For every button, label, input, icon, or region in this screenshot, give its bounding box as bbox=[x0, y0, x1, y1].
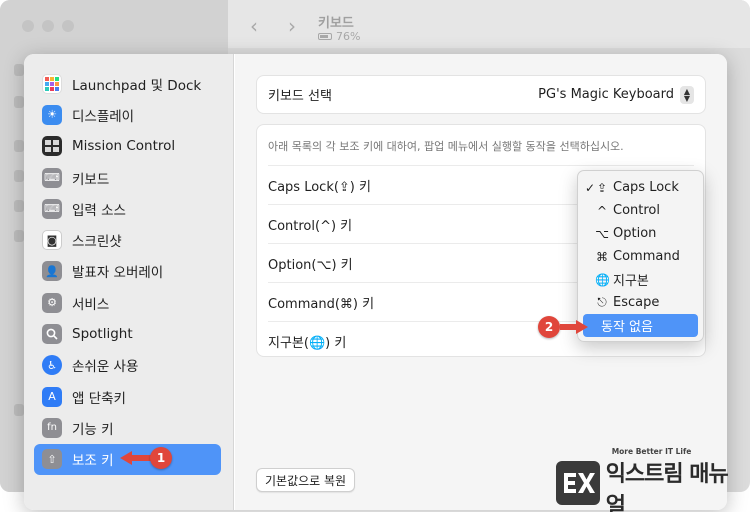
background-item-icon bbox=[14, 170, 24, 182]
keyboard-select-value: PG's Magic Keyboard bbox=[538, 87, 674, 102]
modifier-action-menu: ✓ ⇪ Caps Lock ^ Control ⌥ Option ⌘ Comma… bbox=[577, 170, 704, 342]
menu-item-escape[interactable]: ⎋ Escape bbox=[583, 291, 698, 314]
menu-item-command[interactable]: ⌘ Command bbox=[583, 245, 698, 268]
watermark-text: More Better IT Life 익스트림 매뉴얼 bbox=[606, 447, 746, 512]
command-icon: ⌘ bbox=[596, 249, 608, 264]
background-item-icon bbox=[14, 96, 24, 108]
app-shortcuts-icon: A bbox=[42, 386, 62, 407]
watermark-name: 익스트림 매뉴얼 bbox=[605, 461, 729, 512]
sidebar-item-label: Spotlight bbox=[72, 326, 133, 343]
battery-percent: 76% bbox=[336, 30, 361, 43]
keyboard-icon: ⌨ bbox=[42, 167, 62, 188]
modifier-label: Option(⌥) 키 bbox=[268, 257, 353, 273]
sidebar-item-label: 디스플레이 bbox=[72, 108, 135, 125]
chevron-updown-icon: ▲ ▼ bbox=[680, 85, 694, 104]
menu-item-label: 지구본 bbox=[613, 274, 649, 289]
menu-item-label: Escape bbox=[613, 295, 660, 310]
background-item-icon bbox=[14, 140, 24, 152]
display-icon: ☀ bbox=[42, 104, 62, 125]
keyboard-select-group: 키보드 선택 PG's Magic Keyboard ▲ ▼ bbox=[256, 75, 706, 114]
menu-item-globe[interactable]: 🌐 지구본 bbox=[583, 268, 698, 291]
annotation-badge-2: 2 bbox=[538, 316, 560, 338]
back-icon[interactable]: ‹ bbox=[250, 14, 258, 38]
minimize-window-button[interactable] bbox=[42, 20, 54, 32]
escape-icon: ⎋ bbox=[597, 295, 607, 309]
forward-icon[interactable]: › bbox=[288, 14, 296, 38]
sidebar-item-label: 서비스 bbox=[72, 296, 110, 313]
sidebar-item-label: 기능 키 bbox=[72, 421, 114, 438]
sidebar-item-function-keys[interactable]: fn 기능 키 bbox=[34, 412, 221, 443]
watermark-logo-icon bbox=[556, 461, 600, 505]
sidebar-item-label: 손쉬운 사용 bbox=[72, 359, 139, 376]
zoom-window-button[interactable] bbox=[62, 20, 74, 32]
battery-icon bbox=[318, 33, 332, 40]
sidebar-item-label: 키보드 bbox=[72, 171, 110, 188]
background-item-icon bbox=[14, 230, 24, 242]
sidebar-item-keyboard[interactable]: ⌨ 키보드 bbox=[34, 162, 221, 193]
sidebar-item-services[interactable]: ⚙ 서비스 bbox=[34, 287, 221, 318]
sidebar: Launchpad 및 Dock ☀ 디스플레이 Mission Control… bbox=[24, 54, 234, 510]
sidebar-item-input-sources[interactable]: ⌨ 입력 소스 bbox=[34, 193, 221, 224]
modifier-label: Caps Lock(⇪) 키 bbox=[268, 179, 371, 195]
background-search-icon bbox=[14, 64, 24, 76]
sidebar-item-screenshot[interactable]: ◙ 스크린샷 bbox=[34, 224, 221, 255]
keyboard-select-popup[interactable]: PG's Magic Keyboard ▲ ▼ bbox=[538, 85, 694, 104]
background-item-icon bbox=[14, 404, 24, 416]
menu-item-label: Command bbox=[613, 249, 680, 264]
services-icon: ⚙ bbox=[42, 292, 62, 313]
battery-status: 76% bbox=[318, 30, 360, 43]
globe-icon: 🌐 bbox=[595, 272, 610, 287]
menu-item-control[interactable]: ^ Control bbox=[583, 199, 698, 222]
background-item-icon bbox=[14, 200, 24, 212]
menu-item-no-action[interactable]: 동작 없음 bbox=[583, 314, 698, 337]
mission-control-icon bbox=[42, 136, 62, 157]
watermark-tagline: More Better IT Life bbox=[611, 446, 692, 456]
caps-lock-icon: ⇪ bbox=[596, 180, 608, 195]
description-text: 아래 목록의 각 보조 키에 대하여, 팝업 메뉴에서 실행할 동작을 선택하십… bbox=[268, 140, 624, 153]
sidebar-item-app-shortcuts[interactable]: A 앱 단축키 bbox=[34, 381, 221, 412]
watermark: More Better IT Life 익스트림 매뉴얼 bbox=[556, 447, 746, 512]
screenshot-icon: ◙ bbox=[42, 230, 62, 251]
sidebar-item-label: 발표자 오버레이 bbox=[72, 265, 164, 282]
sidebar-item-label: 앱 단축키 bbox=[72, 390, 126, 407]
input-source-icon: ⌨ bbox=[42, 198, 62, 219]
sidebar-item-launchpad-dock[interactable]: Launchpad 및 Dock bbox=[34, 68, 221, 99]
modifier-label: Command(⌘) 키 bbox=[268, 296, 375, 312]
sidebar-item-label: 보조 키 bbox=[72, 453, 114, 470]
sidebar-item-mission-control[interactable]: Mission Control bbox=[34, 131, 221, 162]
background-toolbar bbox=[228, 0, 750, 48]
sidebar-item-label: 스크린샷 bbox=[72, 234, 122, 251]
sidebar-item-presenter-overlay[interactable]: 👤 발표자 오버레이 bbox=[34, 256, 221, 287]
annotation-badge-1: 1 bbox=[150, 447, 172, 469]
close-window-button[interactable] bbox=[22, 20, 34, 32]
accessibility-icon: ♿ bbox=[42, 355, 62, 376]
function-key-icon: fn bbox=[42, 417, 62, 438]
sidebar-item-display[interactable]: ☀ 디스플레이 bbox=[34, 99, 221, 130]
modifier-label: 지구본(🌐) 키 bbox=[268, 335, 347, 351]
sidebar-item-label: Launchpad 및 Dock bbox=[72, 77, 202, 94]
menu-item-label: 동작 없음 bbox=[601, 320, 653, 335]
menu-item-caps-lock[interactable]: ✓ ⇪ Caps Lock bbox=[583, 176, 698, 199]
sidebar-item-spotlight[interactable]: Spotlight bbox=[34, 318, 221, 349]
annotation-arrow-2 bbox=[560, 320, 588, 334]
modifier-label: Control(^) 키 bbox=[268, 218, 353, 234]
menu-item-label: Caps Lock bbox=[613, 180, 679, 195]
sidebar-item-label: Mission Control bbox=[72, 138, 176, 155]
keyboard-select-label: 키보드 선택 bbox=[268, 89, 332, 104]
presenter-overlay-icon: 👤 bbox=[42, 261, 62, 282]
control-icon: ^ bbox=[596, 203, 608, 218]
launchpad-icon bbox=[42, 73, 62, 94]
sidebar-item-label: 입력 소스 bbox=[72, 202, 126, 219]
option-icon: ⌥ bbox=[595, 226, 609, 241]
window-title: 키보드 bbox=[318, 16, 354, 31]
menu-item-option[interactable]: ⌥ Option bbox=[583, 222, 698, 245]
keyboard-select-row: 키보드 선택 PG's Magic Keyboard ▲ ▼ bbox=[257, 76, 705, 113]
menu-item-label: Option bbox=[613, 226, 657, 241]
restore-defaults-button[interactable]: 기본값으로 복원 bbox=[256, 468, 356, 492]
checkmark-icon: ✓ bbox=[585, 180, 596, 195]
modifier-keys-icon: ⇧ bbox=[42, 449, 62, 470]
sidebar-item-accessibility[interactable]: ♿ 손쉬운 사용 bbox=[34, 350, 221, 381]
menu-item-label: Control bbox=[613, 203, 660, 218]
spotlight-icon bbox=[42, 324, 62, 345]
